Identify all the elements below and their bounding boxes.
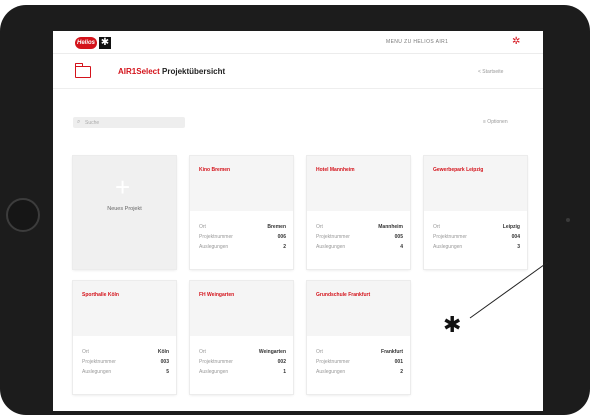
annotation-line xyxy=(469,261,549,319)
snowflake-icon: ✱ xyxy=(443,312,462,337)
